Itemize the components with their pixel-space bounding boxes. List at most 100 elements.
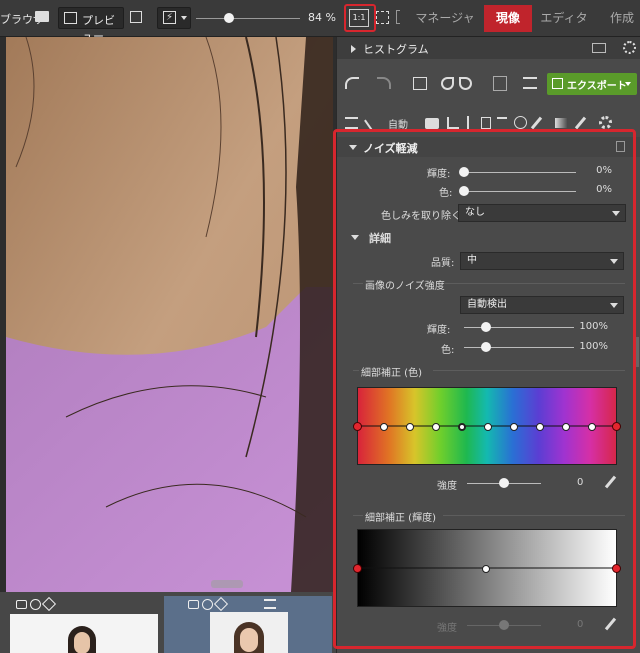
curve-point[interactable] [380,423,388,431]
action-toolbar: エクスポート [337,71,640,99]
histogram-header[interactable]: ヒストグラム [337,37,640,59]
noise-strength-group-label: 画像のノイズ強度 [365,281,445,292]
gradient-icon[interactable] [555,118,568,128]
monitor-icon[interactable] [592,43,606,53]
thumbnail-2[interactable] [164,596,332,653]
noise-color-knob[interactable] [459,186,469,196]
curve-endpoint-left[interactable] [353,564,362,573]
camera-icon[interactable] [425,118,439,129]
export-button[interactable]: エクスポート [547,73,637,95]
panel-divider-icon [396,10,400,24]
redo-icon[interactable] [377,77,391,89]
curve-endpoint-left[interactable] [353,422,362,431]
detail-title[interactable]: 詳細 [369,230,391,246]
crop-icon[interactable] [447,117,459,129]
copy-icon[interactable] [616,141,625,152]
curve-point[interactable] [432,423,440,431]
fit-screen-icon[interactable] [376,11,389,24]
intensity2-knob[interactable] [499,620,509,630]
photo-image [6,37,333,592]
top-toolbar: ブラウザ プレビュー ⚡ 84 % 1:1 マネージャー 現像 エディター 作成 [0,0,640,52]
auto-label[interactable]: 自動 [388,116,408,131]
folder-add-icon[interactable] [35,11,49,22]
divider [353,370,359,371]
save-check-icon[interactable] [493,76,507,91]
image-icon [64,12,77,24]
rotate-right-icon[interactable] [459,77,472,90]
strength-luminance-knob[interactable] [481,322,491,332]
noise-luminance-knob[interactable] [459,167,469,177]
collapse-arrow-icon[interactable] [351,235,359,240]
divider [433,370,625,371]
eyedropper-icon[interactable] [604,617,617,631]
brush-icon[interactable] [530,116,543,130]
gear-icon[interactable] [623,41,636,54]
curve-point[interactable] [484,423,492,431]
noise-reduction-header[interactable]: ノイズ軽減 [337,137,640,157]
thumbnail-image-2 [210,612,288,653]
divider [443,515,625,516]
intensity-value: 0 [577,477,584,488]
magic-wand-icon[interactable] [364,113,382,133]
info-icon [202,599,213,610]
tab-develop[interactable]: 現像 [484,5,532,32]
quality-select[interactable]: 中 [460,252,624,270]
strength-color-knob[interactable] [481,342,491,352]
text-icon[interactable] [497,117,507,129]
divider [445,283,625,284]
intensity2-value: 0 [577,619,584,630]
noise-luminance-value: 0% [596,165,612,176]
info-icon [30,599,41,610]
preview-button[interactable]: プレビュー [58,7,124,43]
intensity-knob[interactable] [499,478,509,488]
rotate-left-icon[interactable] [441,77,454,90]
zoom-1to1-highlight [344,4,376,32]
pencil-icon[interactable] [574,116,587,130]
strength-color-label: 色: [441,345,455,356]
zoom-slider-track[interactable] [196,18,300,19]
curve-point-selected[interactable] [458,423,466,431]
eyedropper-icon[interactable] [604,475,617,489]
tab-create[interactable]: 作成 [602,5,640,32]
thumbnail-1[interactable] [6,596,158,653]
quality-label: 品質: [431,258,455,269]
noise-strength-mode-select[interactable]: 自動検出 [460,296,624,314]
settings-gear-icon[interactable] [599,116,612,129]
image-icon[interactable] [413,77,427,90]
noise-luminance-slider[interactable] [464,172,576,173]
curve-point[interactable] [562,423,570,431]
develop-panel: ヒストグラム エクスポート 自動 ノイズ軽減 輝度: 0% 色: 0% 色しみを… [336,37,640,653]
curve-endpoint-right[interactable] [612,422,621,431]
quick-fix-button[interactable]: ⚡ [157,7,191,29]
curve-point[interactable] [406,423,414,431]
batch-icon[interactable] [523,77,537,89]
noise-color-slider[interactable] [464,191,576,192]
photo-preview[interactable] [6,37,333,592]
curve-point[interactable] [536,423,544,431]
curve-point[interactable] [510,423,518,431]
curve-point[interactable] [588,423,596,431]
tab-manager[interactable]: マネージャー [410,5,480,52]
adjustments-icon [264,599,276,609]
sliders-icon[interactable] [345,117,358,129]
zoom-slider-knob[interactable] [224,13,234,23]
curve-endpoint-right[interactable] [612,564,621,573]
color-detail-curve[interactable] [353,387,621,465]
expand-arrow-icon [351,45,356,53]
lightning-icon: ⚡ [163,11,176,24]
divider [353,515,363,516]
export-label: エクスポート [567,81,627,92]
undo-icon[interactable] [345,77,359,89]
luminance-detail-curve[interactable] [353,529,621,607]
circle-icon[interactable] [514,116,527,129]
perspective-icon[interactable] [467,116,475,130]
tab-editor[interactable]: エディター [538,5,590,52]
chevron-down-icon [181,16,187,20]
panel-scrollbar[interactable] [636,337,639,367]
color-bleed-select[interactable]: なし [458,204,626,222]
detail-luminance-label: 細部補正 (輝度) [365,513,436,524]
curve-point[interactable] [482,565,490,573]
color-bleed-label: 色しみを取り除く [381,211,461,222]
external-window-icon[interactable] [130,11,142,23]
straighten-icon[interactable] [481,117,491,129]
